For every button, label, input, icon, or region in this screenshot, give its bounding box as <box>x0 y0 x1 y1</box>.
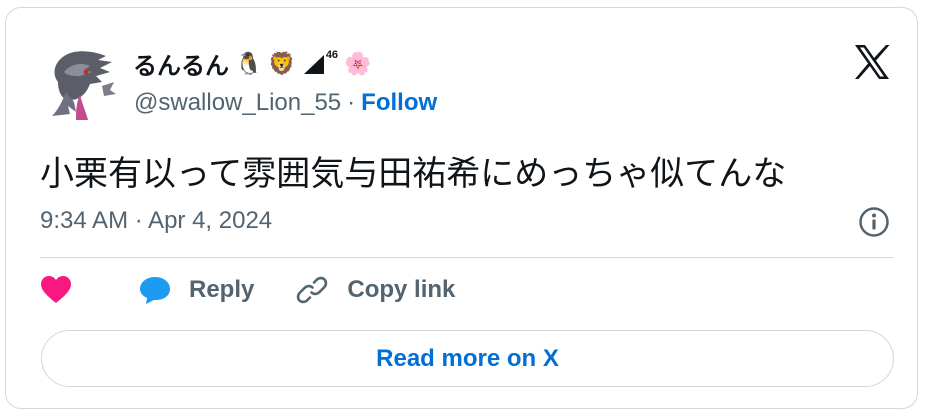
avatar[interactable] <box>40 42 120 122</box>
reply-label: Reply <box>189 276 255 303</box>
tweet-card: るんるん 🐧 🦁 46 🌸 @swallow_Lion_55 · Follow … <box>5 7 918 409</box>
separator-dot: · <box>347 89 356 116</box>
like-button[interactable] <box>40 275 72 305</box>
link-icon <box>296 274 328 306</box>
signal-icon <box>302 53 326 75</box>
read-more-button[interactable]: Read more on X <box>41 330 894 387</box>
reply-button[interactable]: Reply <box>138 275 254 305</box>
action-bar: Reply Copy link <box>40 274 455 306</box>
tweet-text: 小栗有以って雰囲気与田祐希にめっちゃ似てんな <box>40 155 787 193</box>
author-name-row[interactable]: るんるん 🐧 🦁 46 🌸 <box>133 46 371 81</box>
follow-button[interactable]: Follow <box>361 89 437 117</box>
x-logo-icon[interactable] <box>852 42 892 82</box>
reply-bubble-icon <box>138 275 172 305</box>
author-display-name[interactable]: るんるん <box>133 46 229 81</box>
penguin-emoji: 🐧 <box>235 50 263 76</box>
divider <box>40 257 894 258</box>
lion-emoji: 🦁 <box>268 50 296 76</box>
signal-superscript: 46 <box>325 48 339 61</box>
heart-icon <box>40 275 72 305</box>
copy-link-label: Copy link <box>347 276 456 303</box>
cherry-blossom-emoji: 🌸 <box>344 50 372 76</box>
author-handle-row: @swallow_Lion_55 · Follow <box>134 89 437 117</box>
author-handle[interactable]: @swallow_Lion_55 <box>134 89 341 117</box>
copy-link-button[interactable]: Copy link <box>296 274 455 306</box>
info-icon[interactable] <box>858 206 890 238</box>
tweet-timestamp[interactable]: 9:34 AM · Apr 4, 2024 <box>40 207 272 235</box>
